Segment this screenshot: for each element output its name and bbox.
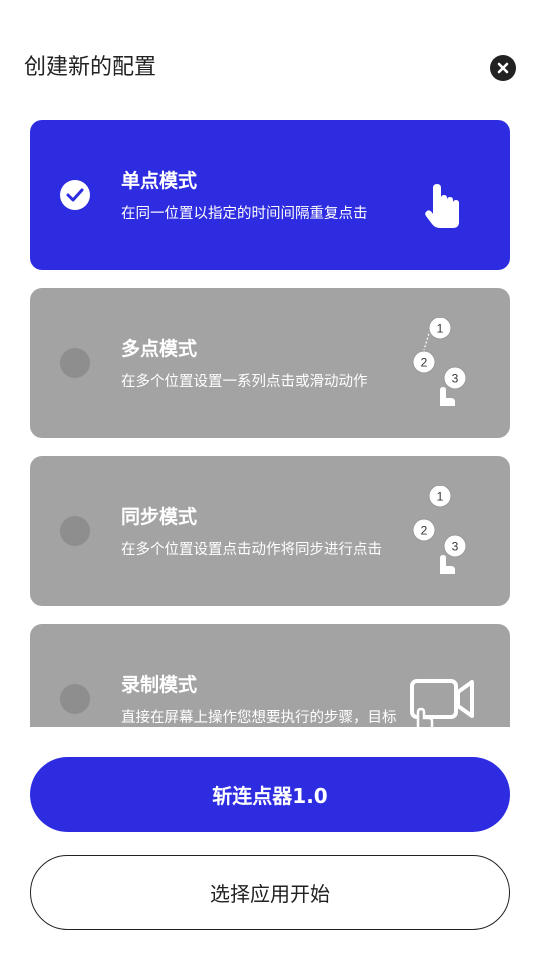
icon-number: 1: [437, 322, 444, 336]
icon-number: 2: [421, 356, 428, 370]
icon-number: 2: [421, 524, 428, 538]
radio-selected[interactable]: [60, 180, 90, 210]
sync-tap-icon: 1 2 3: [412, 486, 467, 574]
icon-number: 3: [452, 540, 459, 554]
record-icon: [410, 679, 474, 727]
mode-card-multi[interactable]: 多点模式 在多个位置设置一系列点击或滑动动作 1 2 3: [30, 288, 510, 438]
primary-button[interactable]: 斩连点器1.0: [30, 757, 510, 832]
radio-unselected[interactable]: [60, 684, 90, 714]
radio-unselected[interactable]: [60, 516, 90, 546]
mode-title: 录制模式: [121, 674, 198, 696]
select-app-button[interactable]: 选择应用开始: [30, 855, 510, 930]
dialog-header: 创建新的配置: [24, 52, 516, 84]
mode-card-single[interactable]: 单点模式 在同一位置以指定的时间间隔重复点击: [30, 120, 510, 270]
close-icon: [497, 62, 509, 74]
icon-number: 1: [437, 490, 444, 504]
mode-description: 在多个位置设置点击动作将同步进行点击: [121, 542, 382, 558]
config-dialog: 创建新的配置 单点模式 在同一位置以指定的时间间隔重复点击 多点模式 在多个位置…: [0, 0, 540, 960]
mode-title: 同步模式: [121, 506, 198, 528]
mode-title: 多点模式: [121, 338, 198, 360]
mode-description: 直接在屏幕上操作您想要执行的步骤，目标操作将自动添加: [121, 710, 397, 726]
mode-list[interactable]: 单点模式 在同一位置以指定的时间间隔重复点击 多点模式 在多个位置设置一系列点击…: [30, 120, 510, 727]
mode-card-record[interactable]: 录制模式 直接在屏幕上操作您想要执行的步骤，目标操作将自动添加: [30, 624, 510, 727]
single-tap-icon: [425, 184, 459, 228]
mode-card-sync[interactable]: 同步模式 在多个位置设置点击动作将同步进行点击 1 2 3: [30, 456, 510, 606]
multi-tap-icon: 1 2 3: [412, 318, 467, 406]
mode-title: 单点模式: [121, 170, 198, 192]
dialog-title: 创建新的配置: [24, 55, 157, 80]
icon-number: 3: [452, 372, 459, 386]
close-button[interactable]: [490, 55, 516, 81]
mode-description: 在同一位置以指定的时间间隔重复点击: [121, 206, 368, 222]
check-icon: [66, 188, 84, 202]
radio-unselected[interactable]: [60, 348, 90, 378]
mode-description: 在多个位置设置一系列点击或滑动动作: [121, 374, 368, 390]
